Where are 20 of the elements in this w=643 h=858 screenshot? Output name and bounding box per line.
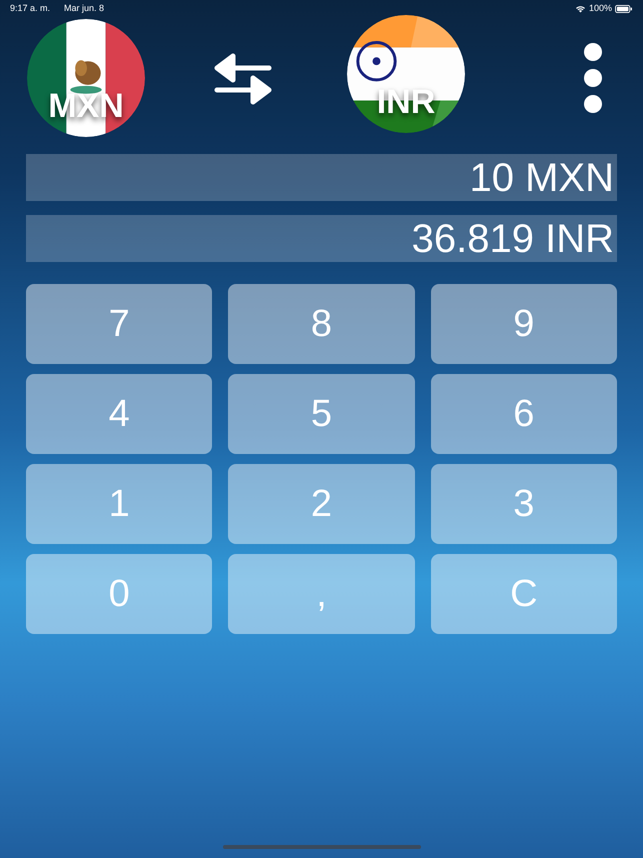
keypad-key[interactable]: 3 [430,464,617,544]
battery-percent: 100% [588,2,612,15]
keypad-key[interactable]: 2 [228,464,415,544]
keypad-key[interactable]: 6 [430,374,617,454]
keypad-key[interactable]: 1 [26,464,212,544]
battery-icon [615,4,633,12]
amount-display: 10 MXN [26,154,617,201]
status-time: 9:17 a. m. [10,2,50,15]
keypad-key[interactable]: C [430,554,617,634]
keypad-key[interactable]: 8 [228,284,415,364]
result-display: 36.819 INR [26,215,617,262]
wifi-icon [574,4,586,12]
keypad-key[interactable]: 5 [228,374,415,454]
keypad-key[interactable]: 4 [26,374,212,454]
keypad-key[interactable]: 7 [26,284,212,364]
status-date: Mar jun. 8 [64,2,104,15]
keypad-key[interactable]: 9 [430,284,617,364]
keypad-key[interactable]: , [228,554,415,634]
keypad-key[interactable]: 0 [26,554,212,634]
more-menu-button[interactable] [583,42,603,112]
